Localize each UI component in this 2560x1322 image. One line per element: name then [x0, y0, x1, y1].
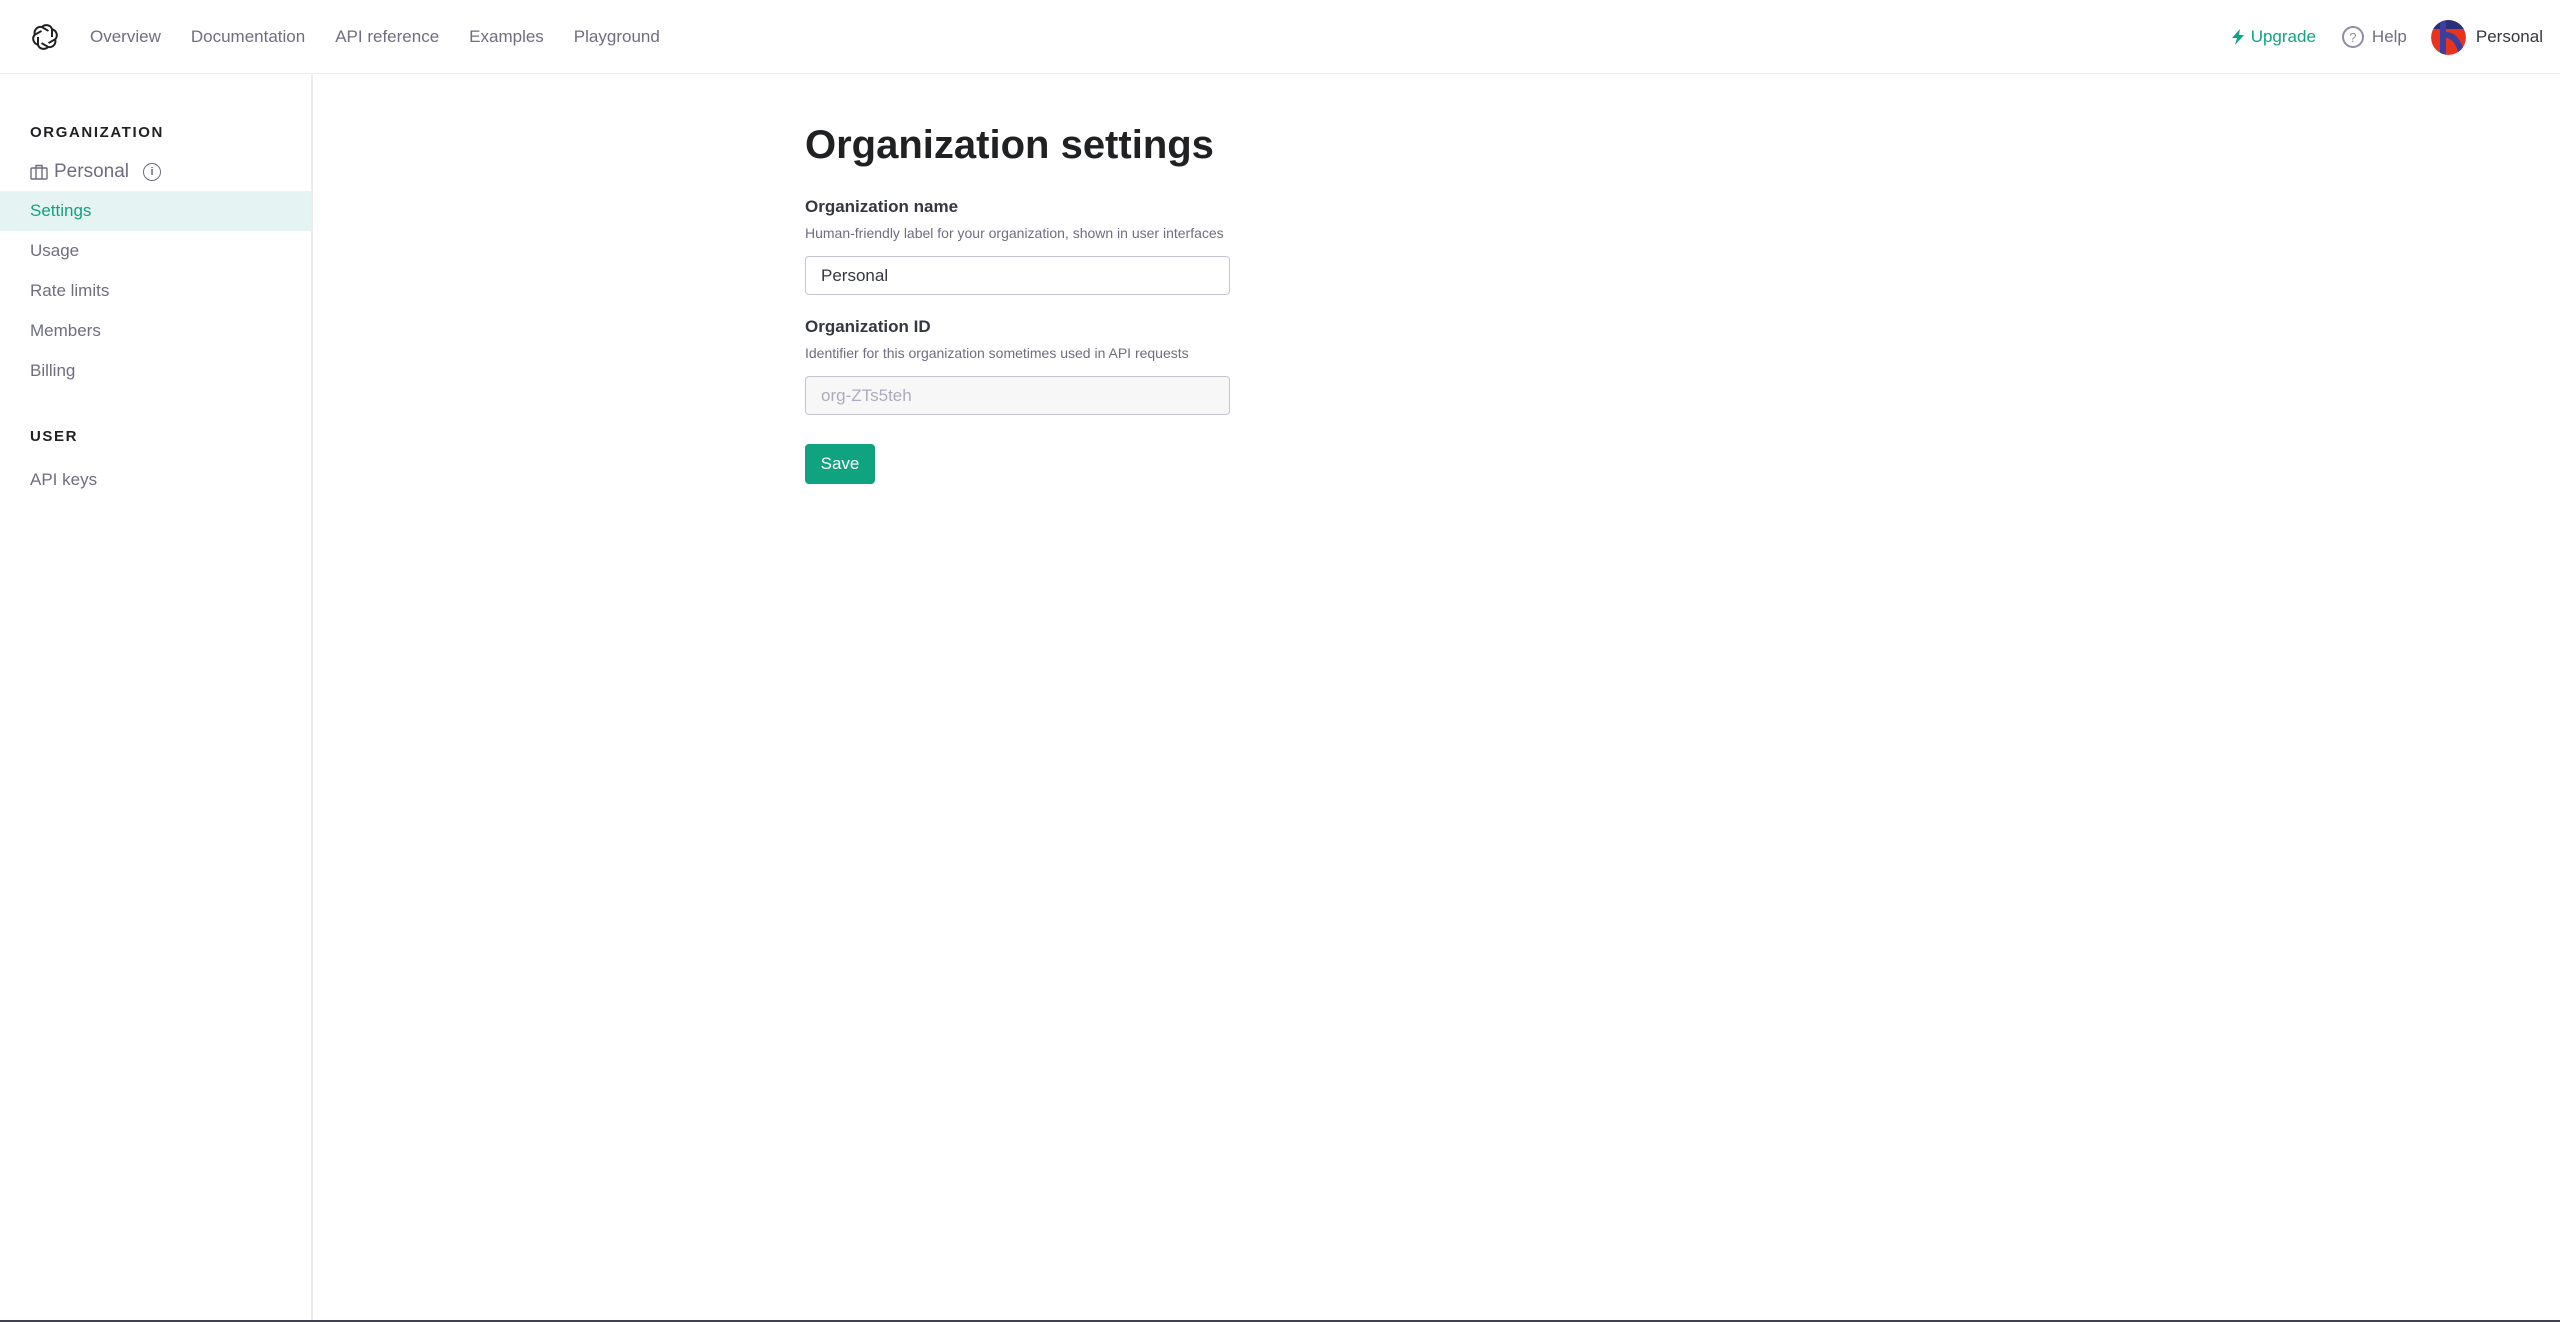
sidebar-item-rate-limits[interactable]: Rate limits: [0, 271, 311, 311]
help-label: Help: [2371, 27, 2407, 46]
organization-id-help: Identifier for this organization sometim…: [805, 345, 1189, 361]
briefcase-icon: [30, 164, 48, 180]
nav-overview[interactable]: Overview: [90, 27, 161, 47]
main-nav: Overview Documentation API reference Exa…: [90, 0, 690, 74]
organization-name: Personal: [54, 161, 129, 182]
sidebar-item-billing[interactable]: Billing: [0, 351, 311, 391]
upgrade-label: Upgrade: [2250, 27, 2316, 46]
avatar: [2430, 19, 2466, 55]
sidebar-item-usage[interactable]: Usage: [0, 231, 311, 271]
organization-selector[interactable]: Personal i: [30, 161, 161, 183]
organization-id-input: [805, 376, 1230, 415]
organization-name-input[interactable]: [805, 256, 1230, 295]
help-button[interactable]: ? Help: [2341, 26, 2407, 48]
account-menu[interactable]: Personal: [2430, 19, 2543, 55]
organization-id-label: Organization ID: [805, 317, 931, 336]
lightning-bolt-icon: [2231, 29, 2244, 45]
nav-playground[interactable]: Playground: [574, 27, 660, 47]
account-name: Personal: [2475, 27, 2543, 46]
save-button[interactable]: Save: [805, 444, 875, 484]
page-title: Organization settings: [805, 123, 1214, 167]
openai-logo-icon[interactable]: [29, 21, 61, 53]
sidebar-item-members[interactable]: Members: [0, 311, 311, 351]
topbar-right: Upgrade ? Help Personal: [2231, 0, 2543, 74]
nav-api-reference[interactable]: API reference: [335, 27, 439, 47]
top-navigation-bar: Overview Documentation API reference Exa…: [0, 0, 2560, 74]
nav-documentation[interactable]: Documentation: [191, 27, 305, 47]
nav-examples[interactable]: Examples: [469, 27, 544, 47]
sidebar-section-user: USER: [30, 428, 79, 445]
question-circle-icon: ?: [2341, 26, 2364, 48]
upgrade-button[interactable]: Upgrade: [2231, 27, 2316, 47]
sidebar-item-api-keys[interactable]: API keys: [0, 460, 311, 500]
info-icon[interactable]: i: [143, 163, 161, 181]
sidebar: ORGANIZATION Personal i Settings Usage R…: [0, 75, 313, 1320]
organization-name-label: Organization name: [805, 197, 959, 216]
organization-name-help: Human-friendly label for your organizati…: [805, 225, 1224, 241]
sidebar-item-settings[interactable]: Settings: [0, 191, 311, 231]
sidebar-section-organization: ORGANIZATION: [30, 124, 164, 141]
